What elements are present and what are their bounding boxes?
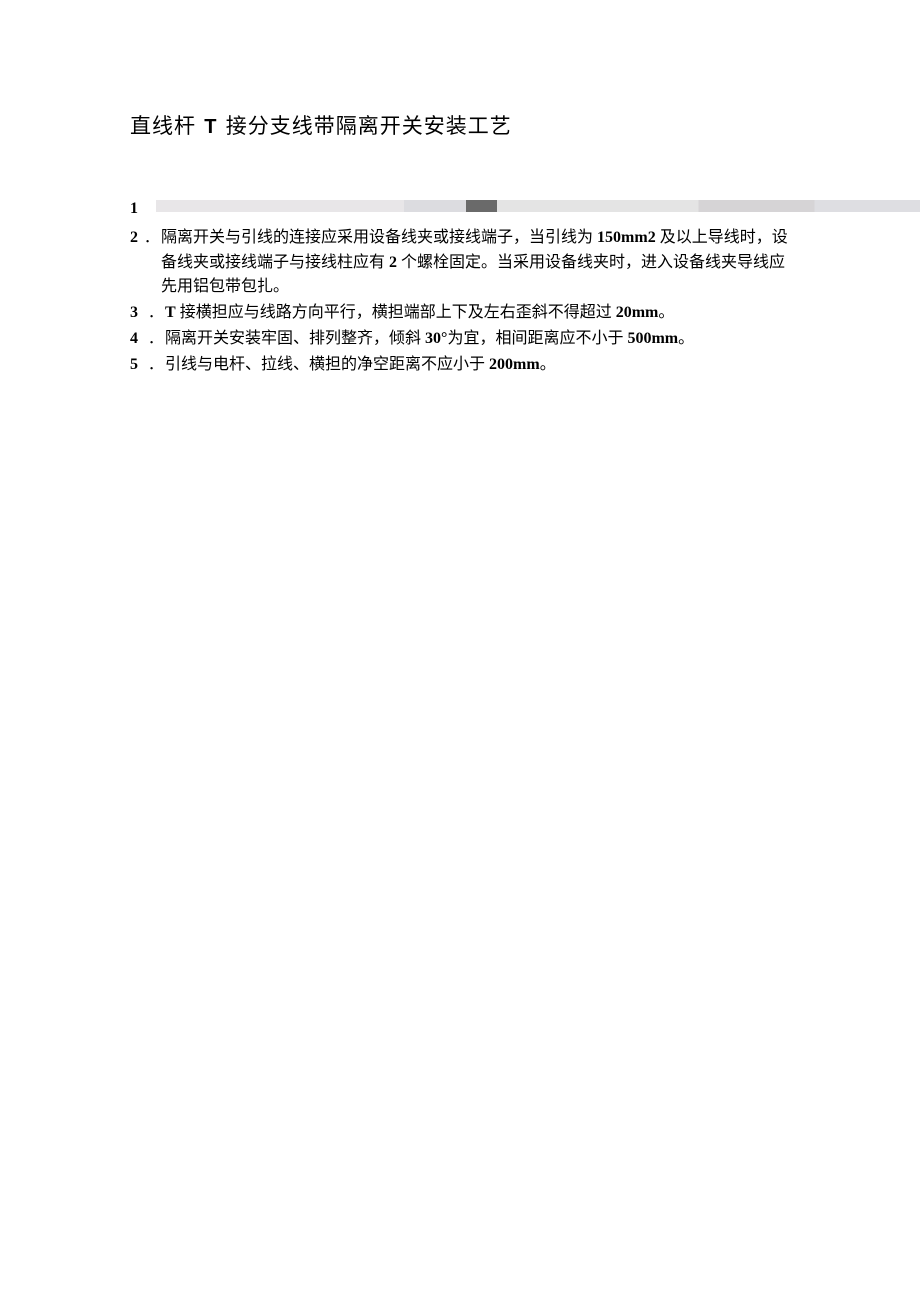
document-page: 直线杆 T 接分支线带隔离开关安装工艺 1 2 ． 隔离开关与引线的连接应采用设… xyxy=(0,0,920,378)
text-segment-bold: 200mm xyxy=(489,356,540,373)
title-t-letter: T xyxy=(202,116,219,138)
text-segment: 接横担应与线路方向平行，横担端部上下及左右歪斜不得超过 xyxy=(176,304,616,321)
list-item: 4 ． 隔离开关安装牢固、排列整齐，倾斜 30°为宜，相间距离应不小于 500m… xyxy=(130,327,790,352)
embedded-image-strip xyxy=(156,200,920,212)
item-body: 隔离开关安装牢固、排列整齐，倾斜 30°为宜，相间距离应不小于 500mm。 xyxy=(165,327,790,352)
text-segment: 。 xyxy=(540,356,556,373)
text-segment: 。 xyxy=(678,330,694,347)
item-number: 4 xyxy=(130,327,148,352)
list-item: 5 ． 引线与电杆、拉线、横担的净空距离不应小于 200mm。 xyxy=(130,353,790,378)
item-period: ． xyxy=(148,328,165,353)
text-segment-bold: 150mm2 xyxy=(597,229,656,246)
text-segment: 隔离开关安装牢固、排列整齐，倾斜 xyxy=(165,330,425,347)
document-title: 直线杆 T 接分支线带隔离开关安装工艺 xyxy=(130,110,790,140)
item-period: ． xyxy=(148,354,165,379)
text-segment-bold: 2 xyxy=(389,254,397,271)
list-item: 1 xyxy=(130,200,790,225)
item-number: 1 xyxy=(130,197,144,222)
item-body: T 接横担应与线路方向平行，横担端部上下及左右歪斜不得超过 20mm。 xyxy=(165,301,790,326)
item-body: 隔离开关与引线的连接应采用设备线夹或接线端子，当引线为 150mm2 及以上导线… xyxy=(161,226,790,300)
item-number: 5 xyxy=(130,353,148,378)
item-body xyxy=(144,200,920,225)
title-prefix: 直线杆 xyxy=(130,114,202,138)
list-item: 2 ． 隔离开关与引线的连接应采用设备线夹或接线端子，当引线为 150mm2 及… xyxy=(130,226,790,300)
item-number: 3 xyxy=(130,301,148,326)
text-segment: 引线与电杆、拉线、横担的净空距离不应小于 xyxy=(165,356,489,373)
item-period: ． xyxy=(144,227,161,301)
list-item: 3 ． T 接横担应与线路方向平行，横担端部上下及左右歪斜不得超过 20mm。 xyxy=(130,301,790,326)
text-segment: 隔离开关与引线的连接应采用设备线夹或接线端子，当引线为 xyxy=(161,229,597,246)
content-list: 1 2 ． 隔离开关与引线的连接应采用设备线夹或接线端子，当引线为 150mm2… xyxy=(130,200,790,378)
item-number: 2 xyxy=(130,226,144,300)
text-segment-bold: 20mm xyxy=(616,304,659,321)
title-suffix: 接分支线带隔离开关安装工艺 xyxy=(219,114,511,138)
text-segment: 为宜，相间距离应不小于 xyxy=(447,330,627,347)
item-period: ． xyxy=(148,302,165,327)
text-segment-bold: T xyxy=(165,304,176,321)
text-segment-bold: 500mm xyxy=(627,330,678,347)
item-body: 引线与电杆、拉线、横担的净空距离不应小于 200mm。 xyxy=(165,353,790,378)
text-segment-bold: 30° xyxy=(425,330,447,347)
text-segment: 。 xyxy=(658,304,674,321)
